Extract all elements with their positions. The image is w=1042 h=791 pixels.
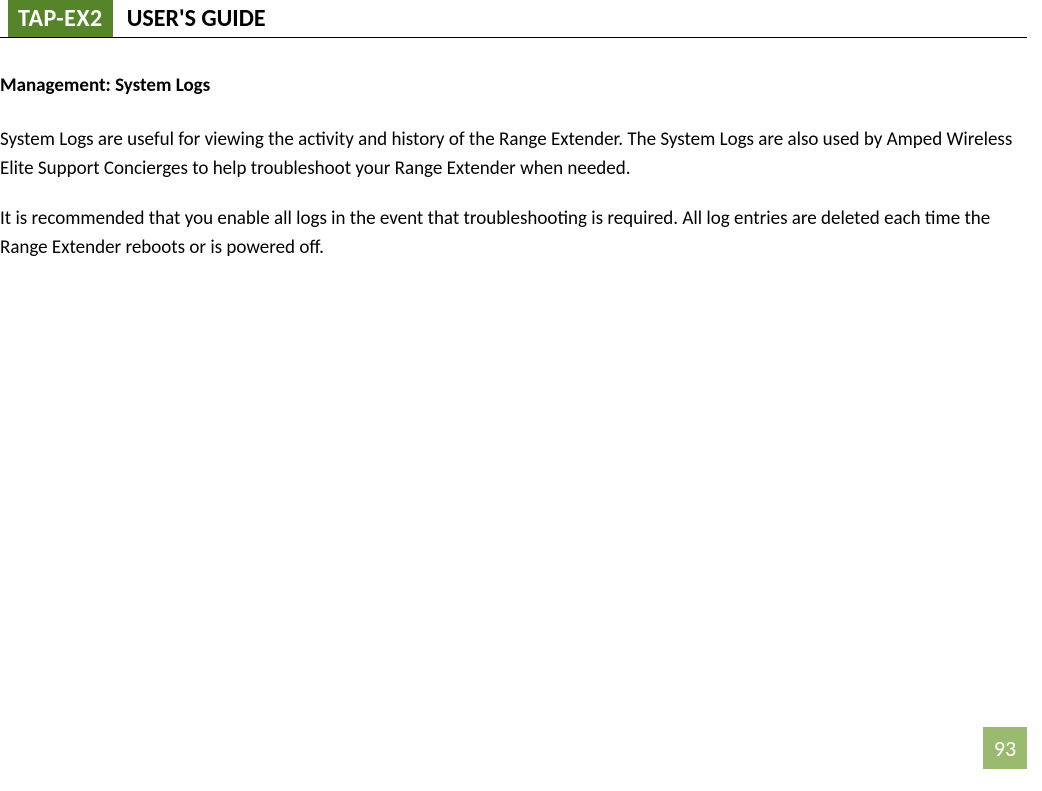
- header-spacer: [0, 0, 8, 37]
- document-title: USER'S GUIDE: [113, 0, 266, 37]
- body-paragraph-1: System Logs are useful for viewing the a…: [0, 125, 1024, 184]
- document-header: TAP-EX2 USER'S GUIDE: [0, 0, 1027, 38]
- page-content: Management: System Logs System Logs are …: [0, 38, 1042, 263]
- page-number: 93: [983, 727, 1027, 769]
- product-badge: TAP-EX2: [8, 0, 113, 37]
- section-heading: Management: System Logs: [0, 74, 1024, 97]
- body-paragraph-2: It is recommended that you enable all lo…: [0, 204, 1024, 263]
